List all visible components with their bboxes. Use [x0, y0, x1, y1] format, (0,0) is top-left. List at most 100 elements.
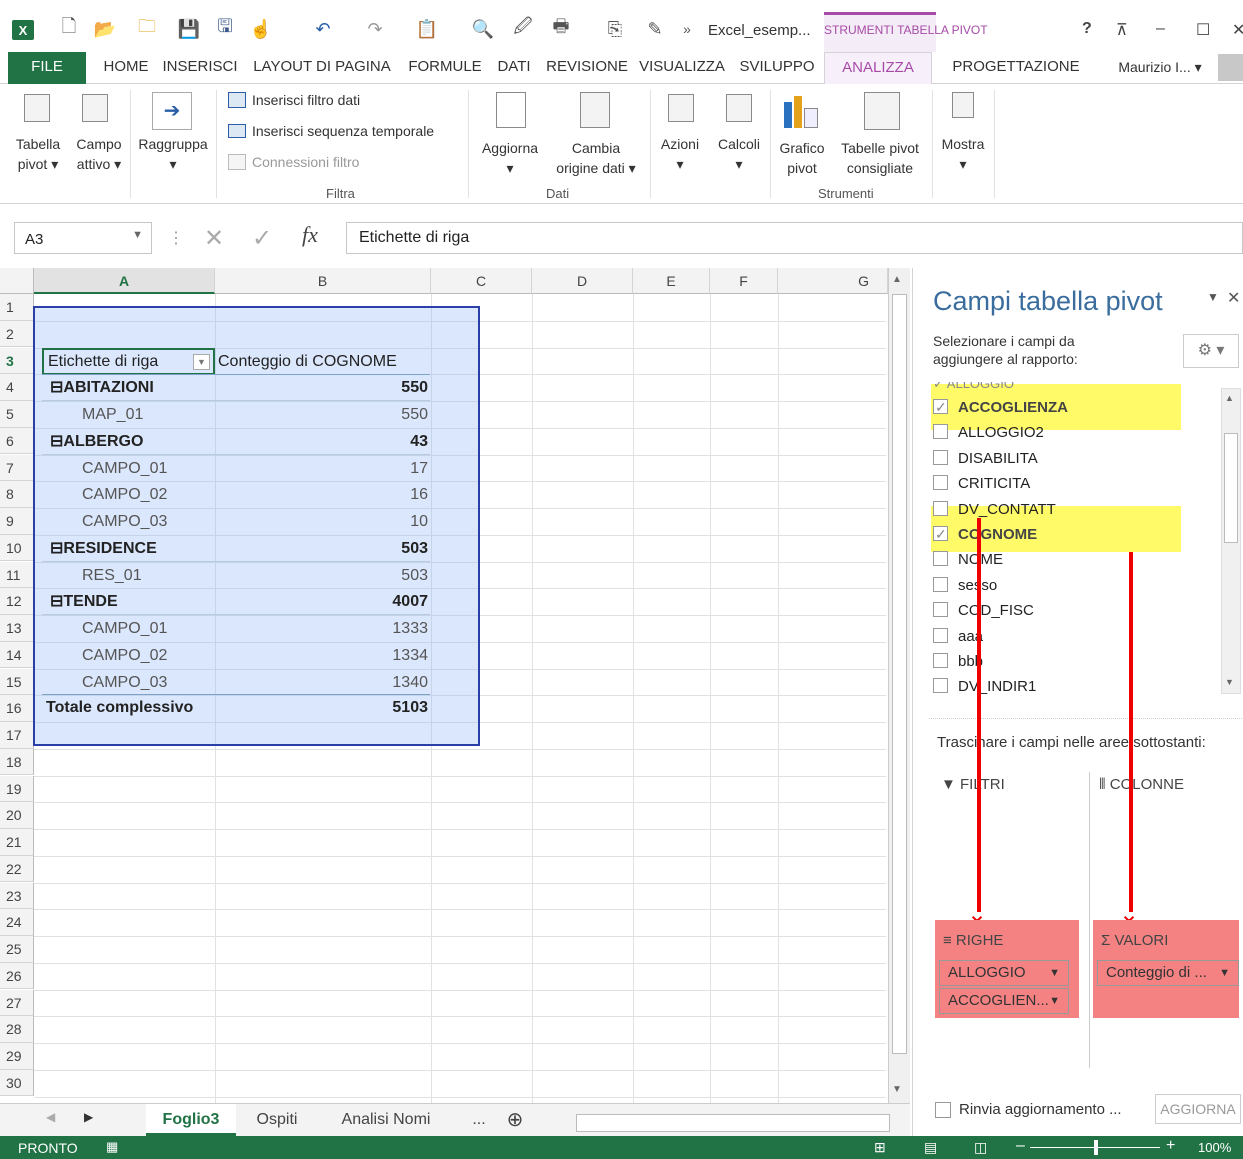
refresh-icon[interactable] — [496, 92, 526, 128]
save-as-icon[interactable]: 🖫 — [214, 16, 236, 40]
grafico-pivot-button[interactable]: Grafico pivot — [774, 138, 830, 178]
redo-icon[interactable]: ↷ — [364, 18, 386, 40]
avatar[interactable] — [1218, 54, 1243, 81]
tab-formule[interactable]: FORMULE — [404, 52, 486, 84]
field-criticita[interactable]: CRITICITA — [933, 472, 1030, 496]
formula-input[interactable]: Etichette di riga — [346, 222, 1243, 254]
row-header-26[interactable]: 26 — [0, 962, 34, 990]
gear-icon[interactable]: ⚙ ▾ — [1183, 334, 1239, 368]
scroll-up-icon[interactable]: ▲ — [1225, 393, 1234, 403]
field-list-scrollbar[interactable]: ▲ ▼ — [1221, 388, 1241, 694]
field-sesso[interactable]: sesso — [933, 574, 997, 598]
page-layout-icon[interactable]: ▤ — [924, 1139, 937, 1156]
checkbox[interactable] — [933, 522, 948, 546]
chevron-down-icon[interactable]: ▼ — [1219, 961, 1230, 985]
cancel-icon[interactable]: ✕ — [204, 224, 224, 253]
tab-file[interactable]: FILE — [8, 52, 86, 84]
minimize-icon[interactable]: – — [1156, 20, 1165, 38]
ribbon-display-icon[interactable]: ⊼ — [1116, 20, 1128, 40]
row-header-17[interactable]: 17 — [0, 722, 34, 749]
field-dv-contatt[interactable]: DV_CONTATT — [933, 498, 1056, 522]
recommended-pivot-icon[interactable] — [864, 92, 900, 130]
row-header-28[interactable]: 28 — [0, 1016, 34, 1043]
row-header-13[interactable]: 13 — [0, 615, 34, 642]
tab-sviluppo[interactable]: SVILUPPO — [734, 52, 820, 84]
checkbox[interactable] — [933, 449, 948, 465]
more-sheets-button[interactable]: ... — [462, 1104, 496, 1136]
scroll-thumb[interactable] — [892, 294, 907, 1054]
tab-inserisci[interactable]: INSERISCI — [160, 52, 240, 84]
pivot-item-label[interactable]: CAMPO_03 — [82, 509, 167, 535]
checkbox[interactable] — [933, 424, 948, 440]
copy-icon[interactable]: ⎘ — [604, 18, 626, 40]
pivot-item-label[interactable]: MAP_01 — [82, 402, 143, 428]
filter-dropdown-icon[interactable]: ▼ — [193, 354, 210, 370]
zoom-level[interactable]: 100% — [1198, 1140, 1231, 1155]
vertical-scrollbar[interactable]: ▲ ▼ — [888, 268, 910, 1103]
touch-mode-icon[interactable]: ☝ — [250, 18, 272, 40]
pivot-item-label[interactable]: CAMPO_01 — [82, 616, 167, 642]
show-icon[interactable] — [952, 92, 974, 118]
add-sheet-icon[interactable]: ⊕ — [502, 1104, 528, 1136]
name-box[interactable]: A3 ▼ — [14, 222, 152, 254]
connessioni-filtro-button[interactable]: Connessioni filtro — [252, 152, 359, 172]
row-header-29[interactable]: 29 — [0, 1043, 34, 1070]
cambia-origine-button[interactable]: Cambia origine dati ▾ — [546, 138, 646, 178]
user-account[interactable]: Maurizio I... ▾ — [1106, 52, 1214, 84]
scroll-down-icon[interactable]: ▼ — [1225, 677, 1234, 687]
rows-field-alloggio[interactable]: ALLOGGIO ▼ — [939, 960, 1069, 986]
macro-record-icon[interactable]: ▦ — [106, 1139, 118, 1155]
chevron-down-icon[interactable]: ▼ — [1049, 961, 1060, 985]
inserisci-sequenza-button[interactable]: Inserisci sequenza temporale — [252, 121, 434, 141]
values-field-conteggio[interactable]: Conteggio di ... ▼ — [1097, 960, 1239, 986]
tab-layout[interactable]: LAYOUT DI PAGINA — [246, 52, 398, 84]
row-header-30[interactable]: 30 — [0, 1069, 34, 1097]
tab-home[interactable]: HOME — [98, 52, 154, 84]
row-header-5[interactable]: 5 — [0, 401, 34, 428]
close-icon[interactable]: ✕ — [1232, 20, 1243, 40]
row-header-10[interactable]: 10 — [0, 534, 34, 562]
tab-visualizza[interactable]: VISUALIZZA — [636, 52, 728, 84]
row-header-18[interactable]: 18 — [0, 748, 34, 776]
tabelle-consigliate-button[interactable]: Tabelle pivot consigliate — [830, 138, 930, 178]
pivot-group-label[interactable]: ⊟RESIDENCE — [50, 536, 157, 562]
active-field-icon[interactable] — [82, 94, 108, 122]
row-header-12[interactable]: 12 — [0, 588, 34, 615]
enter-icon[interactable]: ✓ — [252, 224, 272, 253]
checkbox[interactable] — [933, 500, 948, 516]
panel-options-icon[interactable]: ▼ — [1207, 290, 1219, 304]
row-header-27[interactable]: 27 — [0, 989, 34, 1017]
scroll-up-icon[interactable]: ▲ — [892, 274, 902, 285]
update-button[interactable]: AGGIORNA — [1155, 1094, 1241, 1124]
field-cod-fisc[interactable]: COD_FISC — [933, 599, 1034, 623]
format-painter-icon[interactable]: ✎ — [644, 18, 666, 40]
pivot-group-label[interactable]: ⊟ABITAZIONI — [50, 375, 154, 401]
checkbox[interactable] — [933, 551, 948, 567]
col-header-f[interactable]: F — [710, 268, 778, 294]
checkbox[interactable] — [933, 395, 948, 419]
prev-sheet-icon[interactable]: ◀ — [46, 1110, 55, 1124]
print-preview-icon[interactable]: 🔍 — [472, 18, 494, 40]
calcoli-button[interactable]: Calcoli ▾ — [710, 134, 768, 174]
maximize-icon[interactable]: ☐ — [1196, 20, 1210, 40]
pivot-chart-icon[interactable] — [782, 94, 822, 130]
checkbox[interactable] — [933, 627, 948, 643]
pivot-item-label[interactable]: CAMPO_02 — [82, 643, 167, 669]
row-header-3[interactable]: 3 — [0, 347, 34, 375]
pivot-item-label[interactable]: RES_01 — [82, 563, 142, 589]
more-commands-icon[interactable]: » — [676, 18, 698, 40]
row-header-4[interactable]: 4 — [0, 374, 34, 401]
row-header-19[interactable]: 19 — [0, 775, 34, 803]
field-nome[interactable]: NOME — [933, 548, 1003, 572]
pivot-table-icon[interactable] — [24, 94, 50, 122]
row-header-11[interactable]: 11 — [0, 561, 34, 589]
row-header-7[interactable]: 7 — [0, 454, 34, 482]
row-labels-header[interactable]: Etichette di riga — [48, 349, 158, 375]
folder-star-icon[interactable]: 🗀 — [136, 16, 158, 40]
row-header-14[interactable]: 14 — [0, 641, 34, 669]
field-scroll-thumb[interactable] — [1224, 433, 1238, 543]
defer-update-checkbox[interactable] — [935, 1102, 951, 1118]
worksheet-grid[interactable]: A B C D E F G 1 2 3 4 5 6 7 8 9 10 11 12 13 14 15 16 17 1… — [0, 268, 910, 1105]
col-header-g[interactable]: G — [778, 268, 888, 294]
scroll-down-icon[interactable]: ▼ — [892, 1084, 902, 1095]
